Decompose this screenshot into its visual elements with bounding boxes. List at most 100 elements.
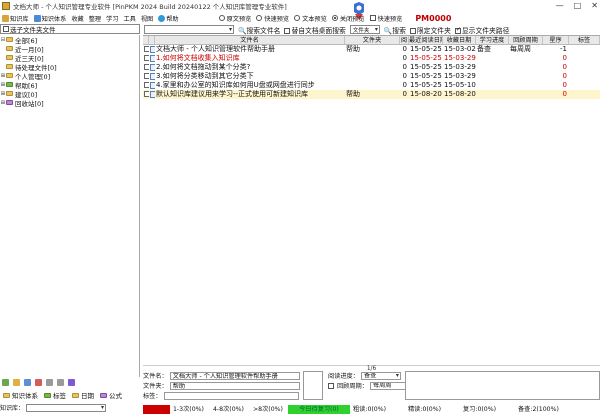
pm-counter: PM0000 xyxy=(415,13,452,23)
col-filename[interactable]: 文件名 xyxy=(155,36,345,44)
radio-icon xyxy=(294,15,301,21)
filename-field[interactable]: 文档大师 - 个人知识管理软件帮助手册 xyxy=(169,371,300,380)
cell-fav: 15-05-10 xyxy=(444,81,476,89)
main-toolbar: 知识库 知识体系 收藏 整理 学习 工具 视图 帮助 原文预览 快速预览 文本预… xyxy=(0,12,600,24)
tree-node[interactable]: ⊞ 回收站[0] xyxy=(0,98,139,108)
tree-icon xyxy=(33,14,41,22)
menu-organize[interactable]: 整理 xyxy=(89,14,101,23)
table-row[interactable]: 2.如何将文档拖动到某个分类?015-05-25 13:1615-03-290 xyxy=(143,63,600,72)
notes-area[interactable] xyxy=(405,371,600,400)
limit-folder-checkbox[interactable]: 限定文件夹 xyxy=(409,25,451,35)
progress-select[interactable]: 备查 xyxy=(360,371,401,380)
menu-knowledge-system[interactable]: 知识体系 xyxy=(33,14,66,23)
search-filename-button[interactable]: 🔍搜索文件名 xyxy=(238,25,280,35)
down-icon[interactable] xyxy=(57,379,64,386)
cycle-label: 回顾周期： xyxy=(337,383,368,390)
cell-folder: 帮助 xyxy=(346,45,360,53)
radio-close-preview[interactable]: 关闭预览 xyxy=(331,14,365,23)
help-icon xyxy=(158,14,166,22)
checkbox-quick-preview[interactable]: 快速预览 xyxy=(369,14,402,23)
search-button[interactable]: 🔍搜索 xyxy=(384,25,406,35)
status-intensive: 精读:0(0%) xyxy=(408,406,442,413)
calendar-icon xyxy=(72,393,79,398)
cell-cycle xyxy=(509,72,543,81)
folder-field[interactable]: 帮助 xyxy=(169,381,300,390)
col-fav-date[interactable]: 收藏日期 xyxy=(443,36,476,44)
cell-star: 0 xyxy=(562,54,567,62)
cell-read: 15-05-25 13:16 xyxy=(410,54,443,62)
folder-icon xyxy=(6,37,13,42)
tree-action-icons xyxy=(2,379,140,388)
table-row[interactable]: 4.家里和办公室的知识库如何用U盘或网盘进行同步015-05-25 13:161… xyxy=(143,81,600,90)
cell-tags xyxy=(569,54,600,63)
settings-icon[interactable] xyxy=(68,379,75,386)
formula-icon xyxy=(100,393,107,398)
delete-icon[interactable] xyxy=(35,379,42,386)
grid-header: 文件名 文件夹 阅 最近阅读日期 收藏日期 学习进度 回顾周期 星序 标签 xyxy=(143,36,600,45)
cell-star: 0 xyxy=(562,63,567,71)
col-last-read[interactable]: 最近阅读日期 xyxy=(409,36,443,44)
up-icon[interactable] xyxy=(46,379,53,386)
open-folder-icon[interactable] xyxy=(13,379,20,386)
cell-name: 3.如何将分类移动到其它分类下 xyxy=(156,72,254,80)
title-bar: 文档大师 - 个人知识管理专业软件 [PinPKM 2024 Build 202… xyxy=(0,0,600,12)
status-skim: 粗读:0(0%) xyxy=(353,406,387,413)
cell-star: 0 xyxy=(562,90,567,98)
col-tags[interactable]: 标签 xyxy=(569,36,600,44)
edit-icon[interactable] xyxy=(24,379,31,386)
subfolder-selector[interactable]: 选子文件夹文件 xyxy=(0,24,140,34)
add-folder-icon[interactable] xyxy=(2,379,9,386)
close-button[interactable]: ✕ xyxy=(591,1,598,10)
tab-date[interactable]: 日期 xyxy=(72,390,94,400)
tag-field[interactable] xyxy=(163,391,299,400)
radio-quick-preview[interactable]: 快速预览 xyxy=(256,14,289,23)
cycle-select[interactable]: 每周周 xyxy=(369,381,410,390)
tab-tags[interactable]: 标签 xyxy=(44,390,66,400)
col-star[interactable]: 星序 xyxy=(543,36,569,44)
col-folder[interactable]: 文件夹 xyxy=(345,36,400,44)
knowledge-base-icon xyxy=(2,14,9,22)
minimize-button[interactable]: — xyxy=(556,1,564,10)
menu-knowledge-base[interactable]: 知识库 xyxy=(2,14,29,23)
maximize-button[interactable]: □ xyxy=(574,1,582,10)
cell-prog xyxy=(476,63,509,72)
cell-read: 15-08-20 23:02 xyxy=(410,90,443,98)
col-cycle[interactable]: 回顾周期 xyxy=(509,36,543,44)
cell-tags xyxy=(569,90,600,99)
checkbox-icon[interactable] xyxy=(328,382,334,389)
radio-icon xyxy=(218,15,225,21)
menu-tools[interactable]: 工具 xyxy=(123,14,135,23)
status-1-3: 1-3次(0%) xyxy=(173,406,204,413)
col-progress[interactable]: 学习进度 xyxy=(476,36,509,44)
cell-star: 0 xyxy=(562,72,567,80)
table-row[interactable]: 3.如何将分类移动到其它分类下015-05-25 13:1615-03-290 xyxy=(143,72,600,81)
cell-folder xyxy=(345,54,400,63)
folder-label: 文件夹： xyxy=(143,383,168,390)
menu-favorites[interactable]: 收藏 xyxy=(71,14,83,23)
tab-formula[interactable]: 公式 xyxy=(100,390,122,400)
cell-name: 2.如何将文档拖动到某个分类? xyxy=(156,63,251,71)
folder-icon xyxy=(6,73,13,78)
knowledge-base-select[interactable] xyxy=(26,403,107,412)
menu-help[interactable]: 帮助 xyxy=(158,14,179,23)
table-row[interactable]: 文档大师 - 个人知识管理软件帮助手册 帮助 015-05-25 13:1615-0… xyxy=(143,45,600,54)
status-review: 复习:0(0%) xyxy=(463,406,497,413)
show-path-checkbox[interactable]: 显示文件夹路径 xyxy=(454,25,509,35)
cell-n: 0 xyxy=(402,63,407,71)
menu-study[interactable]: 学习 xyxy=(106,14,118,23)
cell-n: 0 xyxy=(402,81,407,89)
checkbox-icon xyxy=(409,27,416,34)
search-input[interactable] xyxy=(144,25,234,34)
status-today-review[interactable]: 今日待复习(0) xyxy=(288,405,350,414)
scope-select[interactable]: 文件夹 xyxy=(349,25,380,34)
table-row[interactable]: 默认知识库建议用来学习--正式使用可新建知识库帮助015-08-20 23:02… xyxy=(143,90,600,99)
filter-label: 知识库： xyxy=(0,405,25,412)
table-row[interactable]: 1.如何将文档收集入知识库015-05-25 13:1615-03-290 xyxy=(143,54,600,63)
radio-icon xyxy=(256,15,263,21)
tab-knowledge-system[interactable]: 知识体系 xyxy=(3,390,38,400)
col-read-count[interactable]: 阅 xyxy=(400,36,409,44)
radio-original-preview[interactable]: 原文预览 xyxy=(218,14,251,23)
desktop-search-checkbox[interactable]: 替自文档桌面搜索 xyxy=(284,25,346,35)
menu-view[interactable]: 视图 xyxy=(141,14,153,23)
radio-text-preview[interactable]: 文本预览 xyxy=(294,14,327,23)
